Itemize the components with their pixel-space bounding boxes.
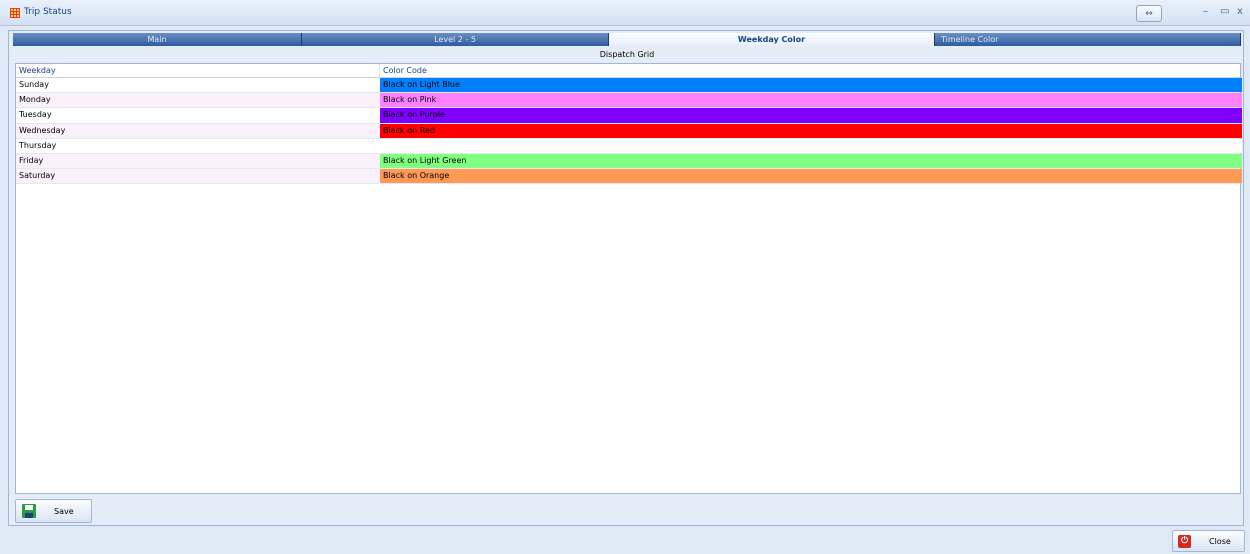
tab-strip: Main Level 2 - 5 Weekday Color Timeline …: [13, 33, 1241, 46]
tab-main[interactable]: Main: [13, 33, 302, 46]
maximize-button[interactable]: ▭: [1220, 6, 1229, 17]
weekday-cell[interactable]: Thursday: [16, 139, 380, 153]
title-bar: Trip Status ⇔ – ▭ x: [0, 0, 1250, 26]
tab-level-2-5[interactable]: Level 2 - 5: [302, 33, 609, 46]
floppy-disk-icon: [22, 504, 36, 518]
main-panel: Main Level 2 - 5 Weekday Color Timeline …: [8, 30, 1244, 526]
grid-caption: Dispatch Grid: [599, 50, 655, 59]
color-code-cell[interactable]: Black on Red: [380, 123, 1242, 138]
color-code-cell[interactable]: Black on Light Green: [380, 153, 1242, 169]
save-button-label: Save: [54, 506, 74, 516]
power-icon: ⏻: [1178, 534, 1191, 548]
table-row[interactable]: Tuesday Black on Purple: [16, 108, 1242, 124]
color-code-cell[interactable]: Black on Light Blue: [380, 78, 1242, 93]
weekday-cell[interactable]: Tuesday: [16, 108, 380, 122]
color-code-cell[interactable]: [380, 138, 1242, 153]
minimize-button[interactable]: –: [1203, 6, 1208, 17]
grid-header: Weekday Color Code: [16, 64, 1242, 78]
tab-timeline-color[interactable]: Timeline Color: [935, 33, 1241, 46]
resize-toggle-button[interactable]: ⇔: [1136, 5, 1162, 22]
dispatch-grid: Weekday Color Code Sunday Black on Light…: [15, 63, 1242, 494]
table-row[interactable]: Monday Black on Pink: [16, 93, 1242, 109]
weekday-cell[interactable]: Monday: [16, 93, 380, 108]
column-header-color-code[interactable]: Color Code: [380, 64, 1242, 77]
tab-weekday-color[interactable]: Weekday Color: [609, 33, 935, 46]
weekday-cell[interactable]: Friday: [16, 153, 380, 169]
table-row[interactable]: Sunday Black on Light Blue: [16, 78, 1242, 94]
close-window-button[interactable]: x: [1237, 6, 1243, 17]
table-row[interactable]: Friday Black on Light Green: [16, 153, 1242, 170]
color-code-cell[interactable]: Black on Orange: [380, 169, 1242, 184]
weekday-cell[interactable]: Wednesday: [16, 123, 380, 138]
weekday-cell[interactable]: Sunday: [16, 78, 380, 92]
resize-arrows-icon: ⇔: [1145, 8, 1153, 19]
close-button-label: Close: [1209, 536, 1231, 546]
column-header-weekday[interactable]: Weekday: [16, 64, 380, 77]
table-row[interactable]: Saturday Black on Orange: [16, 169, 1242, 185]
table-row[interactable]: Thursday: [16, 138, 1242, 154]
close-button[interactable]: ⏻ Close: [1172, 530, 1245, 552]
color-code-cell[interactable]: Black on Pink: [380, 93, 1242, 108]
weekday-cell[interactable]: Saturday: [16, 169, 380, 184]
table-row[interactable]: Wednesday Black on Red: [16, 123, 1242, 139]
window-title: Trip Status: [24, 7, 72, 17]
app-grid-icon: [10, 8, 20, 18]
color-code-cell[interactable]: Black on Purple: [380, 108, 1242, 123]
save-button[interactable]: Save: [15, 499, 92, 523]
